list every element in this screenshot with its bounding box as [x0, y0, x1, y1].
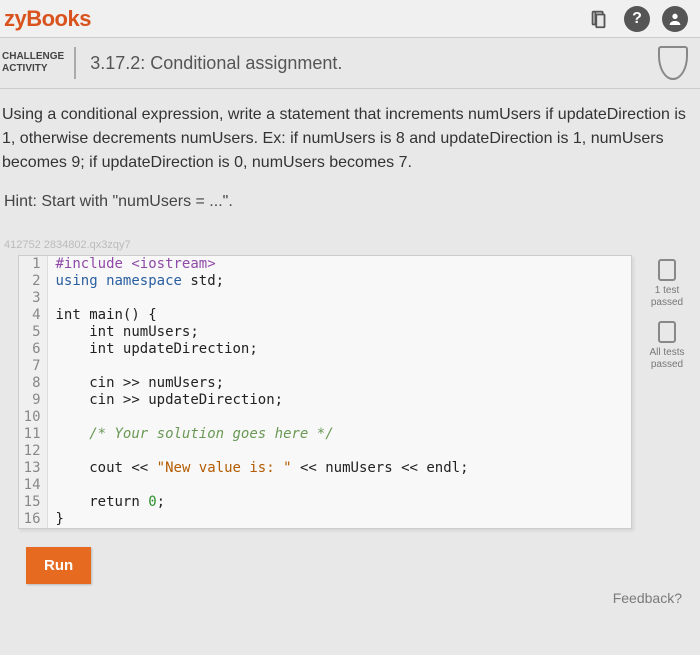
challenge-label: CHALLENGE ACTIVITY [0, 47, 76, 79]
line-number: 12 [19, 443, 47, 460]
one-test-box-icon [658, 259, 676, 281]
code-line[interactable]: 1#include <iostream> [19, 256, 631, 273]
line-number: 5 [19, 324, 47, 341]
all-tests-label: All tests passed [640, 347, 694, 371]
code-line[interactable]: 15 return 0; [19, 494, 631, 511]
code-line[interactable]: 2using namespace std; [19, 273, 631, 290]
hint-text: Hint: Start with "numUsers = ...". [0, 175, 700, 211]
work-area: 1#include <iostream>2using namespace std… [0, 255, 700, 529]
code-text[interactable]: #include <iostream> [47, 256, 631, 273]
challenge-label-line2: ACTIVITY [2, 63, 64, 75]
code-line[interactable]: 7 [19, 358, 631, 375]
line-number: 3 [19, 290, 47, 307]
activity-title: 3.17.2: Conditional assignment. [76, 53, 342, 74]
code-line[interactable]: 6 int updateDirection; [19, 341, 631, 358]
code-line[interactable]: 9 cin >> updateDirection; [19, 392, 631, 409]
line-number: 4 [19, 307, 47, 324]
code-line[interactable]: 13 cout << "New value is: " << numUsers … [19, 460, 631, 477]
activity-header: CHALLENGE ACTIVITY 3.17.2: Conditional a… [0, 38, 700, 89]
user-icon[interactable] [662, 6, 688, 32]
run-button[interactable]: Run [26, 547, 91, 584]
code-line[interactable]: 10 [19, 409, 631, 426]
top-icon-group: ? [586, 6, 688, 32]
line-number: 2 [19, 273, 47, 290]
all-tests-box-icon [658, 321, 676, 343]
code-text[interactable]: cin >> updateDirection; [47, 392, 631, 409]
code-line[interactable]: 14 [19, 477, 631, 494]
code-text[interactable] [47, 477, 631, 494]
code-text[interactable]: return 0; [47, 494, 631, 511]
line-number: 10 [19, 409, 47, 426]
line-number: 1 [19, 256, 47, 273]
line-number: 11 [19, 426, 47, 443]
top-bar: zyBooks ? [0, 0, 700, 38]
code-text[interactable]: /* Your solution goes here */ [47, 426, 631, 443]
challenge-label-line1: CHALLENGE [2, 51, 64, 63]
test-status-panel: 1 test passed All tests passed [640, 255, 694, 379]
line-number: 8 [19, 375, 47, 392]
activity-left: CHALLENGE ACTIVITY 3.17.2: Conditional a… [0, 47, 342, 79]
code-line[interactable]: 11 /* Your solution goes here */ [19, 426, 631, 443]
code-table: 1#include <iostream>2using namespace std… [19, 256, 631, 528]
question-id: 412752 2834802.qx3zqy7 [0, 211, 700, 255]
code-editor[interactable]: 1#include <iostream>2using namespace std… [18, 255, 632, 529]
code-text[interactable]: } [47, 511, 631, 528]
one-test-label: 1 test passed [640, 285, 694, 309]
code-line[interactable]: 8 cin >> numUsers; [19, 375, 631, 392]
help-icon[interactable]: ? [624, 6, 650, 32]
code-line[interactable]: 12 [19, 443, 631, 460]
line-number: 6 [19, 341, 47, 358]
code-text[interactable]: cout << "New value is: " << numUsers << … [47, 460, 631, 477]
brand-logo[interactable]: zyBooks [4, 6, 91, 32]
feedback-link[interactable]: Feedback? [0, 584, 700, 606]
code-text[interactable]: int main() { [47, 307, 631, 324]
run-row: Run [0, 529, 700, 584]
code-line[interactable]: 5 int numUsers; [19, 324, 631, 341]
line-number: 15 [19, 494, 47, 511]
code-text[interactable]: int updateDirection; [47, 341, 631, 358]
code-text[interactable]: using namespace std; [47, 273, 631, 290]
instructions-text: Using a conditional expression, write a … [0, 89, 700, 175]
code-text[interactable]: cin >> numUsers; [47, 375, 631, 392]
line-number: 9 [19, 392, 47, 409]
code-text[interactable] [47, 443, 631, 460]
code-text[interactable] [47, 290, 631, 307]
line-number: 14 [19, 477, 47, 494]
line-number: 13 [19, 460, 47, 477]
catalog-icon[interactable] [586, 6, 612, 32]
code-line[interactable]: 16} [19, 511, 631, 528]
line-number: 16 [19, 511, 47, 528]
progress-shield-icon [658, 46, 688, 80]
code-line[interactable]: 3 [19, 290, 631, 307]
code-text[interactable]: int numUsers; [47, 324, 631, 341]
code-text[interactable] [47, 409, 631, 426]
code-line[interactable]: 4int main() { [19, 307, 631, 324]
code-text[interactable] [47, 358, 631, 375]
line-number: 7 [19, 358, 47, 375]
